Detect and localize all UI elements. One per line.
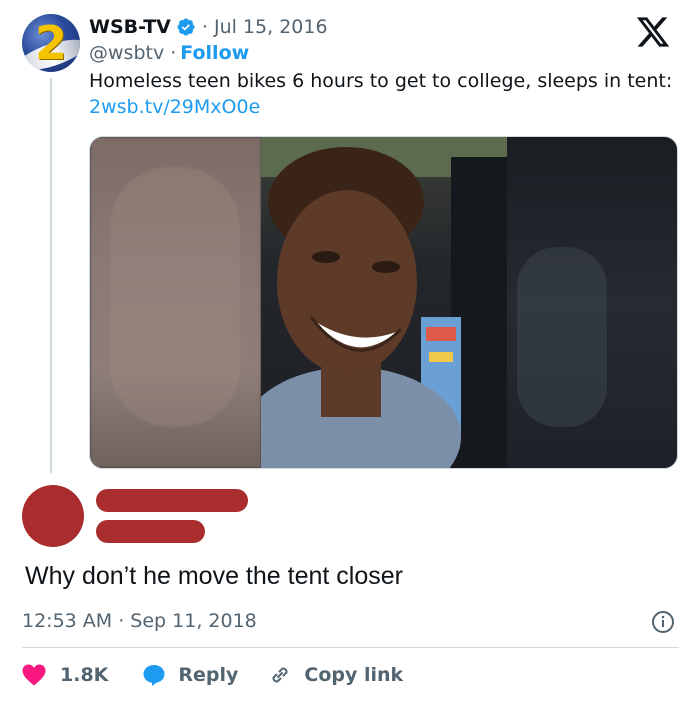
media-blurred-left: [90, 137, 261, 468]
media-blurred-right: [507, 137, 677, 468]
reply-timestamp[interactable]: 12:53 AM · Sep 11, 2018: [22, 610, 257, 632]
copy-link-label: Copy link: [304, 664, 404, 686]
info-icon[interactable]: [651, 610, 675, 634]
reply-button[interactable]: Reply: [142, 663, 238, 687]
author-handle[interactable]: @wsbtv ·: [89, 42, 176, 64]
link-icon: [272, 667, 288, 683]
thread-line: [50, 78, 52, 473]
action-bar: 1.8K Reply Copy link: [22, 660, 403, 690]
like-button[interactable]: 1.8K: [22, 664, 108, 686]
tweet-text: Homeless teen bikes 6 hours to get to co…: [89, 70, 673, 92]
reply-tweet-text: Why don’t he move the tent closer: [25, 562, 403, 590]
follow-button[interactable]: Follow: [180, 42, 249, 64]
reply-label: Reply: [178, 664, 239, 686]
tweet-link[interactable]: 2wsb.tv/29MxO0e: [89, 96, 260, 118]
tweet-date[interactable]: · Jul 15, 2016: [202, 16, 328, 38]
media-photo: [241, 137, 507, 468]
copy-link-button[interactable]: Copy link: [268, 663, 403, 687]
speech-bubble-icon: [143, 665, 165, 686]
quoted-tweet[interactable]: 2 WSB-TV · Jul 15, 2016 @wsbtv · Follow …: [0, 0, 700, 473]
wsbtv-avatar[interactable]: 2: [22, 14, 80, 72]
verified-badge-icon: [177, 18, 195, 36]
handle-row: @wsbtv · Follow: [89, 42, 249, 64]
like-count: 1.8K: [60, 664, 109, 686]
heart-icon: [22, 664, 46, 686]
x-logo-icon[interactable]: [634, 14, 672, 50]
redacted-name: [96, 489, 248, 512]
divider: [22, 647, 679, 648]
redacted-avatar: [22, 485, 84, 547]
person-selfie-illustration: [241, 137, 507, 468]
author-row: WSB-TV · Jul 15, 2016: [89, 14, 328, 40]
tweet-media-image[interactable]: [89, 136, 678, 469]
redacted-handle: [96, 520, 205, 543]
logo-digit: 2: [34, 16, 67, 70]
author-display-name[interactable]: WSB-TV: [89, 16, 171, 38]
